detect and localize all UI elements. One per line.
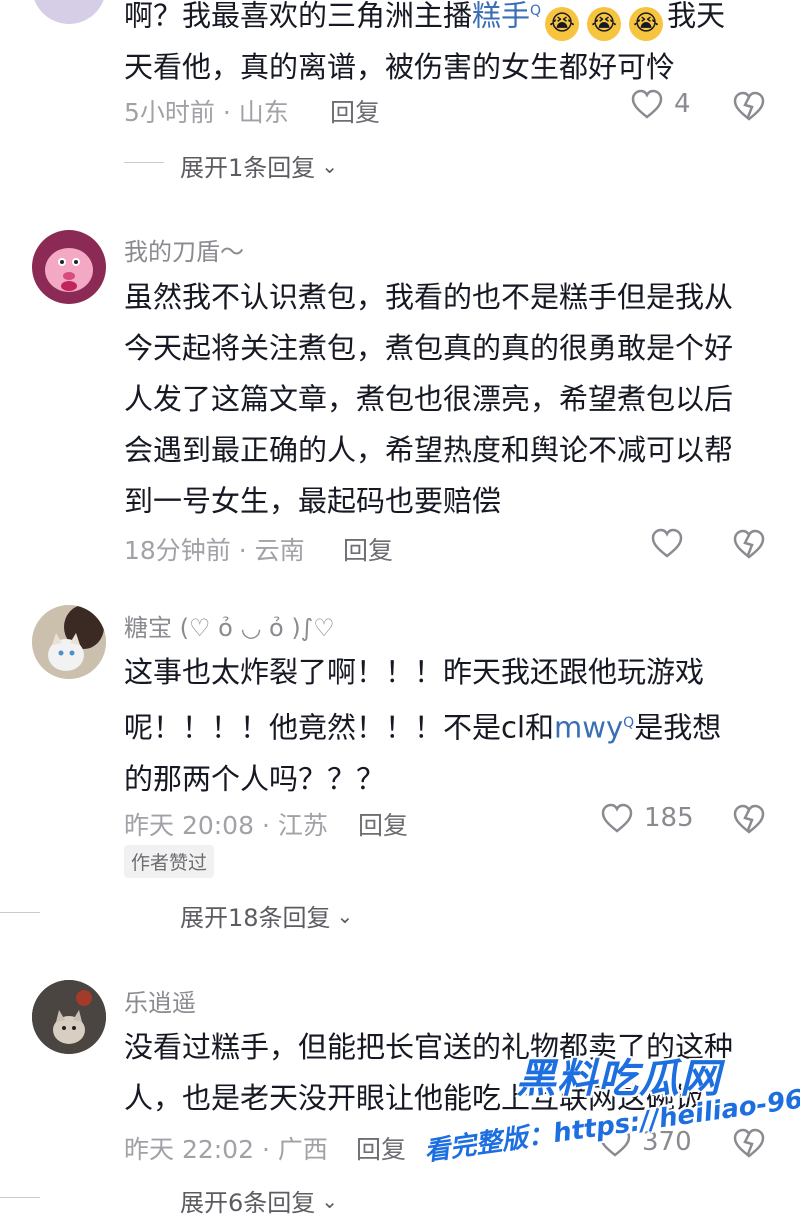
reply-button[interactable]: 回复 [343,531,393,567]
like-button[interactable]: 4 [630,88,691,120]
time-location: 18分钟前 · 云南 [124,536,305,565]
divider-line [124,162,164,163]
reply-button[interactable]: 回复 [330,93,380,129]
comment-text: 这事也太炸裂了啊！！！昨天我还跟他玩游戏 呢！！！！他竟然！！！不是cl和mwy… [124,655,722,796]
avatar[interactable] [32,605,106,679]
search-icon: Q [623,715,635,731]
like-button[interactable] [650,527,694,559]
chevron-down-icon: ⌄ [321,1188,339,1213]
heart-icon [630,88,664,120]
username[interactable]: 乐逍遥 [124,983,196,1018]
heart-icon [600,802,634,834]
chevron-down-icon: ⌄ [321,153,339,178]
time-location: 昨天 22:02 · 广西 [124,1135,328,1164]
mention-link[interactable]: mwy [554,711,623,745]
divider-line [0,1197,40,1198]
dislike-button[interactable] [732,803,766,835]
like-count: 185 [644,803,694,833]
comment-text: 啊？我最喜欢的三角洲主播糕手Q 😭 😭 😭 我天 天看他，真的离谱，被伤害的女生都好可怜 [124,0,726,84]
dislike-button[interactable] [732,90,766,122]
reply-button[interactable]: 回复 [358,806,408,842]
like-button[interactable]: 370 [598,1126,692,1158]
dislike-button[interactable] [732,1127,766,1159]
like-button[interactable]: 185 [600,802,694,834]
avatar[interactable] [32,980,106,1054]
chevron-down-icon: ⌄ [336,903,354,928]
comment-text: 虽然我不认识煮包，我看的也不是糕手但是我从 今天起将关注煮包，煮包真的真的很勇敢… [124,280,734,518]
crying-face-emoji: 😭 [629,6,664,41]
comment-text: 没看过糕手，但能把长官送的礼物都卖了的这种 人，也是老天没开眼让他能吃上互联网这… [124,1030,734,1115]
divider-line [0,912,40,913]
heart-icon [650,527,684,559]
username[interactable]: 我的刀盾～ [124,232,244,267]
crying-face-emoji: 😭 [587,6,622,41]
time-location: 5小时前 · 山东 [124,98,289,127]
expand-replies-button[interactable]: 展开6条回复 ⌄ [0,1183,339,1218]
reply-button[interactable]: 回复 [356,1130,406,1166]
search-icon: Q [530,3,542,19]
expand-replies-button[interactable]: 展开1条回复 ⌄ [124,148,338,183]
dislike-button[interactable] [732,528,766,560]
avatar[interactable] [32,230,106,304]
time-location: 昨天 20:08 · 江苏 [124,811,328,840]
expand-replies-button[interactable]: 展开18条回复 ⌄ [0,898,354,933]
like-count: 370 [642,1127,692,1157]
crying-face-emoji: 😭 [545,6,580,41]
avatar[interactable] [32,0,106,24]
heart-icon [598,1126,632,1158]
like-count: 4 [674,89,691,119]
username[interactable]: 糖宝 (♡ ỏ ◡ ỏ )∫♡ [124,608,335,643]
author-liked-badge: 作者赞过 [124,845,215,878]
mention-link[interactable]: 糕手 [472,0,530,33]
